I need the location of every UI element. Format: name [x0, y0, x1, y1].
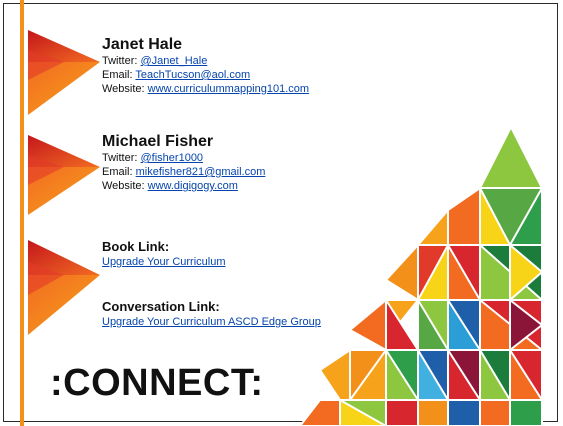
slide-title: :CONNECT: [50, 362, 264, 404]
email-link[interactable]: mikefisher821@gmail.com [136, 166, 266, 178]
slide: Janet Hale Twitter: @Janet_Hale Email: T… [0, 0, 563, 426]
website-link[interactable]: www.digigogy.com [148, 180, 238, 192]
contact-name: Michael Fisher [102, 133, 214, 150]
email-label: Email: [102, 69, 133, 81]
book-link-block: Book Link: Upgrade Your Curriculum [102, 239, 226, 269]
website-line: Website: www.curriculummapping101.com [102, 82, 309, 96]
contact-name: Janet Hale [102, 36, 183, 53]
email-line: Email: TeachTucson@aol.com [102, 68, 309, 82]
twitter-line: Twitter: @Janet_Hale [102, 54, 309, 68]
twitter-link[interactable]: @Janet_Hale [141, 55, 208, 67]
website-line: Website: www.digigogy.com [102, 179, 265, 193]
website-link[interactable]: www.curriculummapping101.com [148, 83, 309, 95]
twitter-link[interactable]: @fisher1000 [141, 152, 204, 164]
website-label: Website: [102, 83, 145, 95]
book-link-heading: Book Link: [102, 239, 170, 254]
website-label: Website: [102, 180, 145, 192]
book-link[interactable]: Upgrade Your Curriculum [102, 256, 226, 268]
contact-michael-fisher: Michael Fisher Twitter: @fisher1000 Emai… [102, 133, 265, 193]
conversation-link-line: Upgrade Your Curriculum ASCD Edge Group [102, 315, 321, 329]
conversation-link[interactable]: Upgrade Your Curriculum ASCD Edge Group [102, 316, 321, 328]
book-link-line: Upgrade Your Curriculum [102, 255, 226, 269]
twitter-label: Twitter: [102, 55, 138, 67]
conversation-link-block: Conversation Link: Upgrade Your Curricul… [102, 299, 321, 329]
email-line: Email: mikefisher821@gmail.com [102, 165, 265, 179]
email-link[interactable]: TeachTucson@aol.com [135, 69, 250, 81]
email-label: Email: [102, 166, 133, 178]
conversation-link-heading: Conversation Link: [102, 299, 220, 314]
contact-janet-hale: Janet Hale Twitter: @Janet_Hale Email: T… [102, 36, 309, 96]
twitter-line: Twitter: @fisher1000 [102, 151, 265, 165]
twitter-label: Twitter: [102, 152, 138, 164]
